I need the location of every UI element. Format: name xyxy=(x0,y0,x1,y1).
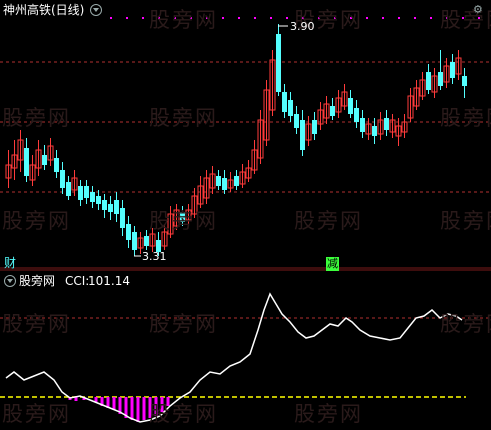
candle-body xyxy=(330,106,335,116)
chart-title: 神州高铁(日线) xyxy=(3,3,85,17)
grid-dot xyxy=(286,17,288,19)
grid-dot xyxy=(430,17,432,19)
candle-body xyxy=(42,155,47,165)
candle-body xyxy=(84,186,89,198)
candle-body xyxy=(312,120,317,134)
watermark: 股旁网 xyxy=(294,209,363,233)
candle-body xyxy=(144,236,149,246)
indicator-menu-icon[interactable] xyxy=(4,275,16,287)
grid-dot xyxy=(270,17,272,19)
watermark: 股旁网 xyxy=(440,106,491,130)
watermark: 股旁网 xyxy=(440,209,491,233)
candle-body xyxy=(354,108,359,122)
candle-body xyxy=(102,200,107,210)
watermark: 股旁网 xyxy=(149,312,218,336)
candle-body xyxy=(462,76,467,86)
candle-body xyxy=(60,170,65,188)
settings-icon[interactable]: ⚙ xyxy=(473,3,483,17)
candle-body xyxy=(66,182,71,196)
cci-value: 101.14 xyxy=(88,274,130,288)
finance-tag[interactable]: 财 xyxy=(4,256,16,270)
grid-dot xyxy=(110,17,112,19)
candle-body xyxy=(78,186,83,200)
candle-body xyxy=(234,176,239,186)
high-price-marker: 3.90 xyxy=(290,20,315,33)
grid-dot xyxy=(142,17,144,19)
candle-body xyxy=(114,200,119,214)
indicator-name: 股旁网 xyxy=(19,274,56,288)
grid-dot xyxy=(414,17,416,19)
chart-canvas[interactable] xyxy=(0,0,491,426)
cci-label: CCI: xyxy=(65,274,90,288)
candle-body xyxy=(288,100,293,116)
candle-body xyxy=(216,176,221,186)
candle-body xyxy=(120,208,125,228)
chart-window: 股旁网 股旁网 股旁网 股旁网 股旁网 股旁网 股旁网 股旁网 股旁网 股旁网 … xyxy=(0,0,491,426)
watermark: 股旁网 xyxy=(2,106,71,130)
watermark: 股旁网 xyxy=(149,8,218,32)
grid-dot xyxy=(254,17,256,19)
candle-body xyxy=(282,92,287,112)
candle-body xyxy=(276,34,281,92)
watermark: 股旁网 xyxy=(2,402,71,426)
candle-body xyxy=(438,72,443,86)
candle-body xyxy=(96,196,101,204)
watermark: 股旁网 xyxy=(149,402,218,426)
candle-body xyxy=(348,98,353,114)
grid-dot xyxy=(238,17,240,19)
grid-dot xyxy=(366,17,368,19)
grid-dot xyxy=(222,17,224,19)
candle-body xyxy=(222,178,227,190)
candle-body xyxy=(126,224,131,240)
grid-dot xyxy=(126,17,128,19)
low-price-marker: 3.31 xyxy=(142,250,167,263)
chevron-down-icon[interactable] xyxy=(90,4,102,16)
grid-dot xyxy=(382,17,384,19)
watermark: 股旁网 xyxy=(2,312,71,336)
watermark: 股旁网 xyxy=(440,8,491,32)
cci-line xyxy=(5,292,463,423)
candle-body xyxy=(426,72,431,90)
watermark: 股旁网 xyxy=(2,209,71,233)
candle-body xyxy=(24,148,29,176)
watermark: 股旁网 xyxy=(440,312,491,336)
reduce-tag[interactable]: 减 xyxy=(326,257,339,271)
candle-body xyxy=(300,120,305,150)
watermark: 股旁网 xyxy=(294,402,363,426)
candle-body xyxy=(132,232,137,250)
candle-body xyxy=(90,192,95,202)
candle-body xyxy=(54,158,59,172)
candle-body xyxy=(108,204,113,212)
candle-body xyxy=(360,118,365,132)
candle-body xyxy=(372,126,377,136)
candle-body xyxy=(450,62,455,78)
grid-dot xyxy=(398,17,400,19)
watermark: 股旁网 xyxy=(149,106,218,130)
candle-body xyxy=(294,114,299,128)
watermark: 股旁网 xyxy=(149,209,218,233)
candle-body xyxy=(384,118,389,130)
